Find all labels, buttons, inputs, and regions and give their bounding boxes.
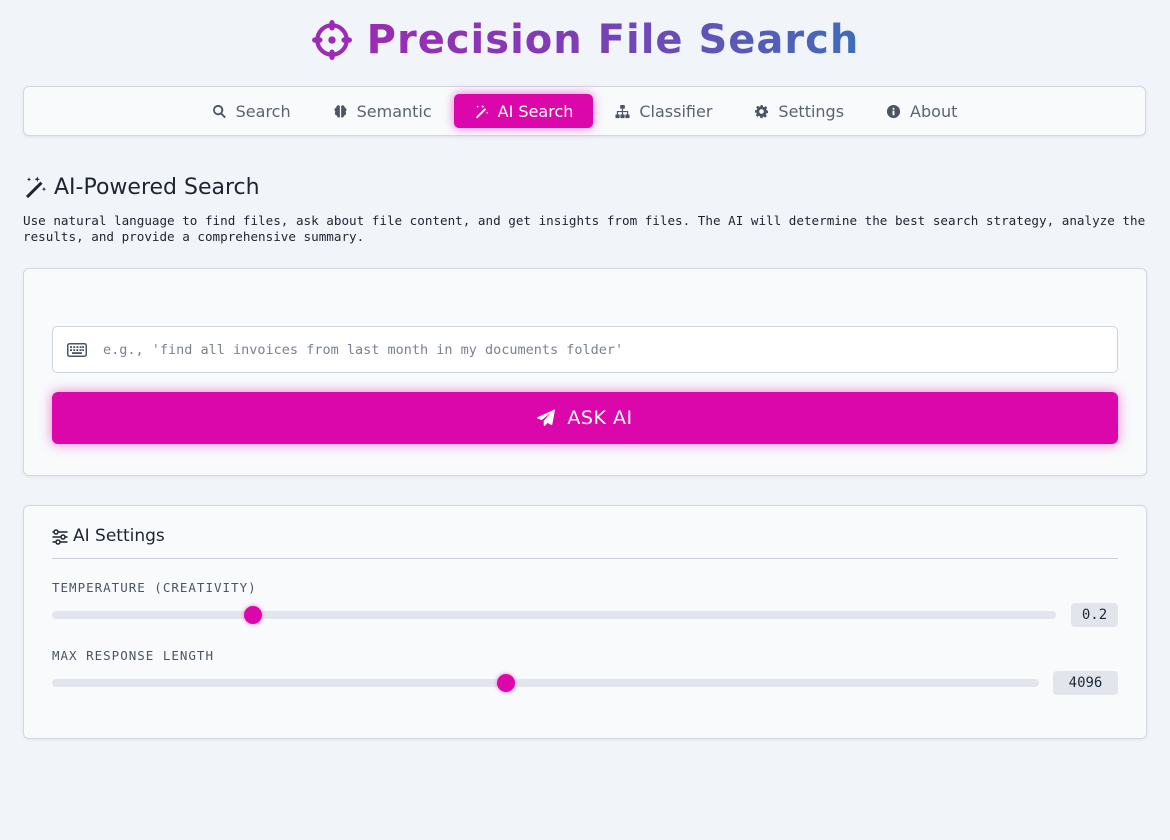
ai-settings-header: AI Settings <box>52 526 1118 559</box>
app-header: Precision File Search <box>0 14 1170 66</box>
tab-label: Search <box>235 101 291 121</box>
sitemap-icon <box>615 104 630 118</box>
query-card: ASK AI <box>23 268 1147 476</box>
query-input[interactable] <box>103 327 1117 372</box>
keyboard-icon <box>67 342 87 357</box>
tab-label: Semantic <box>356 101 432 121</box>
temperature-value: 0.2 <box>1071 603 1118 627</box>
temperature-slider-thumb[interactable] <box>243 606 262 624</box>
tab-ai-search[interactable]: AI Search <box>453 94 594 128</box>
tab-settings[interactable]: Settings <box>734 94 864 128</box>
tab-about[interactable]: About <box>866 94 977 128</box>
max-length-value: 4096 <box>1053 671 1118 695</box>
tab-label: About <box>910 101 958 121</box>
paper-plane-icon <box>537 409 556 427</box>
app-title: Precision File Search <box>367 14 860 66</box>
ask-ai-button[interactable]: ASK AI <box>52 392 1118 444</box>
page-title-text: AI-Powered Search <box>54 174 260 200</box>
gear-icon <box>755 104 769 118</box>
tab-label: Settings <box>778 101 845 121</box>
crosshair-icon <box>311 20 352 60</box>
brain-icon <box>334 104 347 117</box>
search-icon <box>212 104 226 118</box>
ai-settings-title: AI Settings <box>73 526 165 546</box>
tab-label: AI Search <box>497 101 574 121</box>
tab-label: Classifier <box>639 101 713 121</box>
info-icon <box>886 104 901 118</box>
tab-search[interactable]: Search <box>192 94 311 128</box>
tab-semantic[interactable]: Semantic <box>313 94 452 128</box>
ask-ai-label: ASK AI <box>567 407 633 429</box>
page-description: Use natural language to find files, ask … <box>23 213 1146 244</box>
temperature-slider[interactable] <box>52 606 1056 624</box>
main-nav: Search Semantic AI Search Classifier Set… <box>23 86 1146 136</box>
magic-wand-icon <box>475 104 489 118</box>
query-input-wrapper <box>52 326 1118 373</box>
max-length-slider-thumb[interactable] <box>497 674 516 692</box>
ai-settings-card: AI Settings Temperature (Creativity) 0.2… <box>23 505 1147 739</box>
max-length-slider[interactable] <box>52 674 1039 692</box>
tab-classifier[interactable]: Classifier <box>595 94 732 128</box>
magic-wand-icon <box>26 176 47 199</box>
sliders-icon <box>52 529 68 545</box>
page-title: AI-Powered Search <box>23 172 260 202</box>
max-length-label: Max Response Length <box>52 648 214 663</box>
temperature-label: Temperature (Creativity) <box>52 580 257 595</box>
